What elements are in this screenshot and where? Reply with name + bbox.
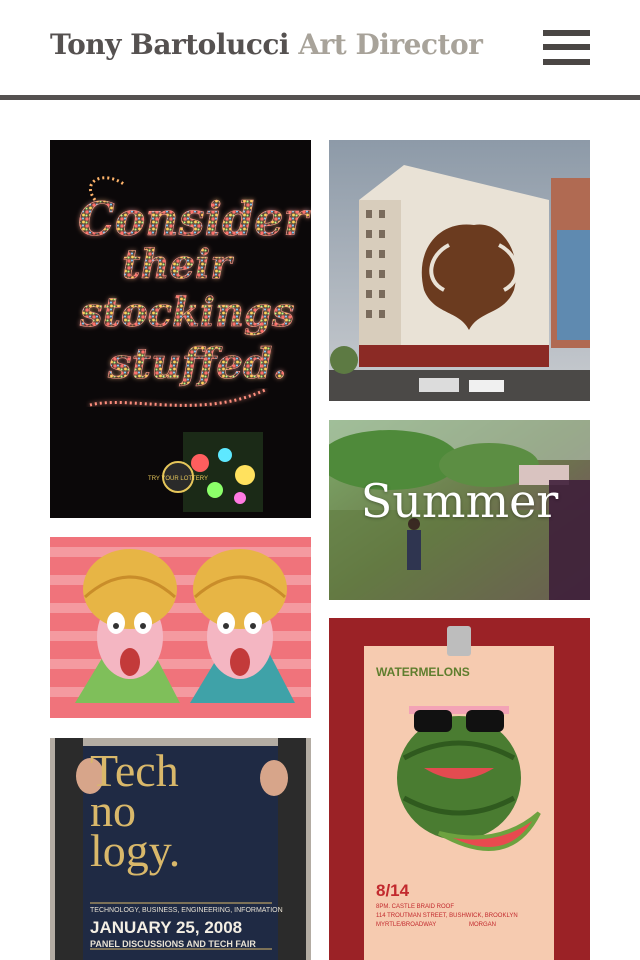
svg-text:stockings: stockings (79, 289, 295, 336)
technology-event: PANEL DISCUSSIONS AND TECH FAIR (90, 939, 256, 949)
watermelons-poster-image: WATERMELONS 8/14 8PM. CASTLE BRAID ROOF … (329, 618, 590, 960)
technology-date: JANUARY 25, 2008 (90, 918, 243, 937)
watermelons-title: WATERMELONS (376, 665, 470, 679)
portfolio-item-summer[interactable]: Summer (329, 420, 590, 600)
svg-text:Consider: Consider (78, 192, 311, 246)
portfolio-item-twins[interactable] (50, 537, 311, 718)
svg-text:stuffed.: stuffed. (107, 339, 287, 388)
portfolio-item-watermelons[interactable]: WATERMELONS 8/14 8PM. CASTLE BRAID ROOF … (329, 618, 590, 960)
site-header: Tony Bartolucci Art Director (0, 0, 640, 96)
watermelons-transit: MYRTLE/BROADWAY (376, 922, 436, 928)
watermelons-date: 8/14 (376, 881, 410, 900)
site-brand[interactable]: Tony Bartolucci Art Director (50, 28, 483, 61)
lottery-badge: TRY YOUR LOTTERY (148, 476, 208, 482)
watermelons-address: 114 TROUTMAN STREET, BUSHWICK, BROOKLYN (376, 913, 518, 919)
portfolio-item-technology[interactable]: Tech no logy. TECHNOLOGY, BUSINESS, ENGI… (50, 738, 311, 960)
watermelons-tail: MORGAN (469, 922, 496, 928)
twin-characters-image (50, 537, 311, 718)
technology-subhead: TECHNOLOGY, BUSINESS, ENGINEERING, INFOR… (90, 907, 283, 914)
watermelons-details: 8PM. CASTLE BRAID ROOF (376, 904, 454, 910)
technology-word-line3: logy. (90, 825, 181, 876)
binder-clip-icon (447, 626, 471, 656)
brand-name: Tony Bartolucci (50, 28, 290, 61)
stockings-poster-image: Consider their stockings stuffed. TRY YO… (50, 140, 311, 518)
summer-title: Summer (360, 474, 559, 528)
brand-role: Art Director (298, 28, 483, 61)
hamburger-menu-icon[interactable] (543, 30, 590, 65)
mural-building-image (329, 140, 590, 401)
portfolio-item-stockings[interactable]: Consider their stockings stuffed. TRY YO… (50, 140, 311, 518)
header-divider (0, 95, 640, 100)
svg-text:their: their (122, 241, 234, 288)
portfolio-item-mural[interactable] (329, 140, 590, 401)
